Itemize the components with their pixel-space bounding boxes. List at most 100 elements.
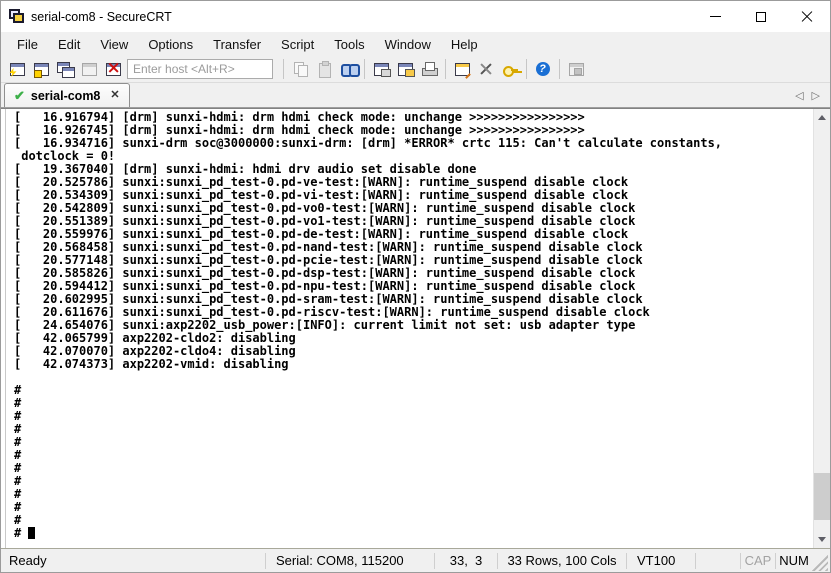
status-terminal-size: 33 Rows, 100 Cols [498,553,626,568]
terminal-line: [ 42.074373] axp2202-vmid: disabling [14,358,813,371]
copy-button[interactable] [288,58,312,81]
terminal-line: # [14,514,813,527]
terminal-line [14,371,813,384]
scrollbar-thumb[interactable] [814,473,830,520]
menu-tools[interactable]: Tools [324,32,374,56]
terminal-line: # [14,384,813,397]
title-bar: serial-com8 - SecureCRT [1,1,830,32]
tab-scroll-left-icon[interactable]: ◁ [795,89,803,102]
keymap-icon [502,61,519,77]
terminal-line: # [14,397,813,410]
resize-grip-icon[interactable] [812,555,828,571]
securecrt-window: serial-com8 - SecureCRT FileEditViewOpti… [0,0,831,573]
global-options-button[interactable] [474,58,498,81]
quick-connect-icon [9,61,26,77]
app-icon [9,9,25,24]
toolbar-separator [364,59,365,79]
connect-in-tab-icon [57,61,74,77]
help-icon [535,61,552,77]
tab-label: serial-com8 [31,89,100,103]
keymap-button[interactable] [498,58,522,81]
terminal-line: # [14,423,813,436]
connect-in-tab-button[interactable] [53,58,77,81]
terminal-area: [ 16.916794] [drm] sunxi-hdmi: drm hdmi … [1,108,830,548]
terminal-line: # [14,527,813,540]
tab-close-icon[interactable]: ✕ [110,90,119,101]
quick-connect-button[interactable] [5,58,29,81]
print-button[interactable] [417,58,441,81]
minimize-icon [710,16,721,17]
reconnect-icon [81,61,98,77]
scroll-down-icon[interactable] [814,531,830,548]
status-separator [695,553,696,569]
status-bar: Ready Serial: COM8, 115200 33, 3 33 Rows… [1,548,830,572]
terminal-line: # [14,488,813,501]
toolbar [1,56,830,83]
disconnect-button[interactable] [101,58,125,81]
window-controls [692,1,830,32]
session-manager-icon [33,61,50,77]
disconnect-icon [105,61,122,77]
terminal-output[interactable]: [ 16.916794] [drm] sunxi-hdmi: drm hdmi … [5,109,813,548]
copy-icon [292,61,309,77]
print-setup-button[interactable] [369,58,393,81]
print-preview-icon [397,61,414,77]
tab-scroll-controls: ◁ ▷ [795,83,830,107]
session-options-button[interactable] [450,58,474,81]
status-serial-connection: Serial: COM8, 115200 [266,553,434,568]
menu-edit[interactable]: Edit [48,32,90,56]
status-emulation: VT100 [627,553,695,568]
print-icon [421,61,438,77]
menu-file[interactable]: File [7,32,48,56]
status-cursor-position: 33, 3 [435,553,497,568]
paste-icon [316,61,333,77]
print-setup-icon [373,61,390,77]
maximize-button[interactable] [738,1,784,32]
session-manager-button[interactable] [29,58,53,81]
tab-serial-com8[interactable]: ✔ serial-com8 ✕ [4,83,130,107]
scroll-up-icon[interactable] [814,109,830,126]
paste-button[interactable] [312,58,336,81]
menu-view[interactable]: View [90,32,138,56]
toolbar-separator [526,59,527,79]
menu-help[interactable]: Help [441,32,488,56]
terminal-line: # [14,449,813,462]
global-options-icon [478,61,495,77]
session-options-icon [454,61,471,77]
scrollbar-track[interactable] [814,126,830,531]
status-ready: Ready [1,553,265,568]
security-icon [568,61,585,77]
host-input[interactable] [127,59,273,79]
window-title: serial-com8 - SecureCRT [31,10,172,24]
status-num-lock: NUM [776,553,812,568]
terminal-line: # [14,475,813,488]
tab-bar: ✔ serial-com8 ✕ ◁ ▷ [1,83,830,108]
vertical-scrollbar[interactable] [813,109,830,548]
menu-window[interactable]: Window [375,32,441,56]
menu-transfer[interactable]: Transfer [203,32,271,56]
close-button[interactable] [784,1,830,32]
print-preview-button[interactable] [393,58,417,81]
help-button[interactable] [531,58,555,81]
toolbar-separator [283,59,284,79]
toolbar-separator [559,59,560,79]
menu-script[interactable]: Script [271,32,324,56]
terminal-line: # [14,436,813,449]
menu-bar: FileEditViewOptionsTransferScriptToolsWi… [1,32,830,56]
terminal-line: # [14,410,813,423]
menu-options[interactable]: Options [138,32,203,56]
status-caps-lock: CAP [741,553,775,568]
security-button[interactable] [564,58,588,81]
find-button[interactable] [336,58,360,81]
terminal-cursor [28,527,35,539]
terminal-line: # [14,462,813,475]
find-icon [340,61,357,77]
connected-check-icon: ✔ [14,89,25,102]
terminal-line: # [14,501,813,514]
toolbar-separator [445,59,446,79]
maximize-icon [756,12,766,22]
minimize-button[interactable] [692,1,738,32]
reconnect-button[interactable] [77,58,101,81]
tab-scroll-right-icon[interactable]: ▷ [812,89,820,102]
terminal-line: [ 16.934716] sunxi-drm soc@3000000:sunxi… [14,137,813,150]
